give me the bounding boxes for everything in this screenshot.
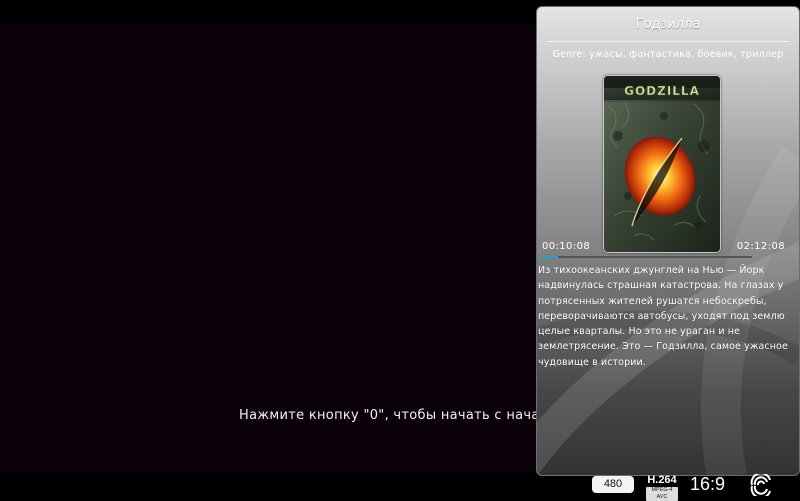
video-area[interactable]: [0, 24, 536, 472]
poster-logo: GODZILLA: [624, 84, 700, 98]
elapsed-time: 00:10:08: [542, 241, 591, 252]
progress-bar[interactable]: [542, 256, 752, 258]
movie-info-panel: Годзилла Genre: ужасы, фантастика, боеви…: [536, 6, 800, 476]
total-time: 02:12:08: [736, 241, 785, 252]
aspect-ratio-badge: 16:9: [690, 474, 726, 494]
codec-subtitle: MPEG-4 AVC: [646, 487, 678, 501]
audio-logo-icon: [750, 474, 771, 496]
codec-badge: H.264 MPEG-4 AVC: [646, 474, 678, 501]
movie-genre: Genre: ужасы, фантастика, боевик, трилле…: [552, 49, 784, 60]
resolution-badge: 480: [592, 476, 634, 493]
movie-title: Годзилла: [635, 17, 701, 32]
progress-fill: [542, 256, 559, 258]
bottom-bar: [0, 472, 800, 500]
codec-name: H.264: [647, 474, 677, 486]
poster-art: GODZILLA: [604, 76, 720, 252]
title-divider: [547, 41, 789, 42]
movie-description: Из тихоокеанских джунглей на Нью — Йорк …: [538, 265, 788, 368]
movie-poster: GODZILLA: [603, 75, 721, 253]
